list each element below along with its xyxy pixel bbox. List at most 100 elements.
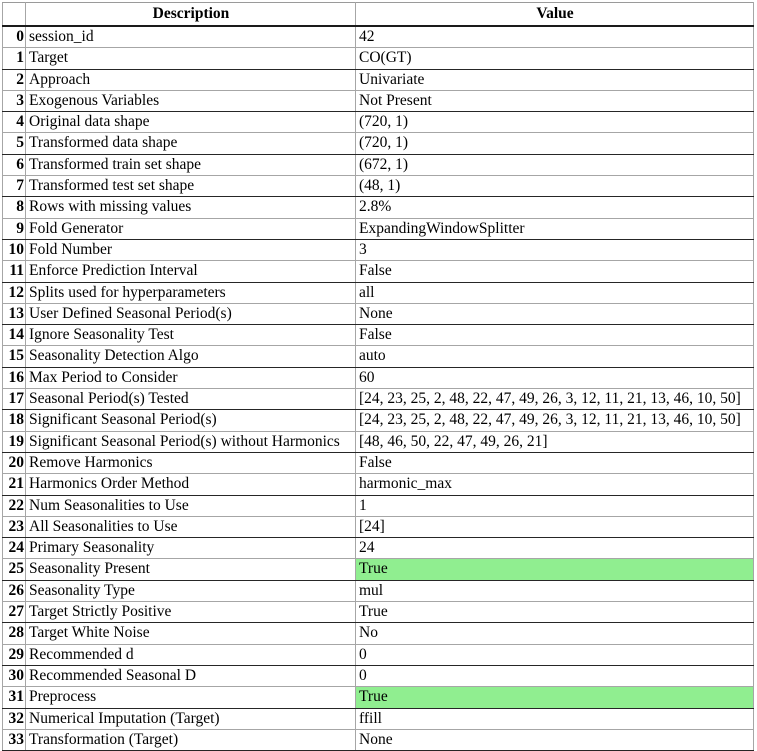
row-index-cell: 28 xyxy=(2,622,26,645)
table-row: 25 Seasonality Present True xyxy=(2,558,754,581)
table-row: 15 Seasonality Detection Algo auto xyxy=(2,345,754,368)
row-value-cell: None xyxy=(355,728,754,751)
row-description-cell: Remove Harmonics xyxy=(25,451,356,475)
row-value-cell: True xyxy=(355,601,754,624)
table-header: Description Value xyxy=(2,2,754,27)
row-value-cell: (672, 1) xyxy=(355,153,754,177)
row-index-cell: 22 xyxy=(2,494,26,517)
row-index-cell: 12 xyxy=(2,281,26,304)
row-description-cell: User Defined Seasonal Period(s) xyxy=(25,302,356,326)
row-value-cell: False xyxy=(355,260,754,283)
row-description-cell: Target White Noise xyxy=(25,622,356,645)
row-index-cell: 7 xyxy=(2,175,26,198)
row-value-cell: 42 xyxy=(355,25,754,49)
row-value-cell: False xyxy=(355,451,754,475)
row-description-cell: Primary Seasonality xyxy=(25,537,356,560)
table-header-row: Description Value xyxy=(2,2,754,27)
table-row: 26 Seasonality Type mul xyxy=(2,579,754,603)
row-value-cell: (720, 1) xyxy=(355,132,754,155)
row-value-cell: [24] xyxy=(355,515,754,539)
table-row: 30 Recommended Seasonal D0 xyxy=(2,664,754,688)
row-index-cell: 13 xyxy=(2,302,26,326)
row-index-cell: 10 xyxy=(2,238,26,262)
row-index-cell: 26 xyxy=(2,579,26,603)
table-row: 13 User Defined Seasonal Period(s) None xyxy=(2,302,754,326)
row-index-cell: 32 xyxy=(2,707,26,730)
row-index-cell: 33 xyxy=(2,728,26,751)
table-row: 28 Target White Noise No xyxy=(2,622,754,645)
row-description-cell: Transformed test set shape xyxy=(25,175,356,198)
row-index-cell: 2 xyxy=(2,68,26,91)
row-value-cell: (48, 1) xyxy=(355,175,754,198)
row-value-cell: [24, 23, 25, 2, 48, 22, 47, 49, 26, 3, 1… xyxy=(355,388,754,411)
row-index-cell: 16 xyxy=(2,366,26,390)
column-header-index xyxy=(2,2,26,27)
row-value-cell: False xyxy=(355,324,754,347)
row-description-cell: Seasonality Present xyxy=(25,558,356,581)
row-value-cell: 0 xyxy=(355,643,754,666)
row-description-cell: Max Period to Consider xyxy=(25,366,356,390)
row-value-cell: No xyxy=(355,622,754,645)
table-row: 0 session_id 42 xyxy=(2,25,754,49)
row-description-cell: Exogenous Variables xyxy=(25,89,356,113)
row-value-cell: harmonic_max xyxy=(355,473,754,496)
table-row: 24 Primary Seasonality 24 xyxy=(2,537,754,560)
row-description-cell: Seasonality Type xyxy=(25,579,356,603)
row-description-cell: Transformed data shape xyxy=(25,132,356,155)
row-value-cell: all xyxy=(355,281,754,304)
row-index-cell: 6 xyxy=(2,153,26,177)
table-row: 8 Rows with missing values 2.8% xyxy=(2,196,754,219)
row-value-cell-highlighted: True xyxy=(355,686,754,709)
table-row: 18 Significant Seasonal Period(s) [24, 23,… xyxy=(2,409,754,432)
row-index-cell: 15 xyxy=(2,345,26,368)
row-index-cell: 18 xyxy=(2,409,26,432)
row-value-cell: 1 xyxy=(355,494,754,517)
row-description-cell: Fold Number xyxy=(25,238,356,262)
table-row: 33 Transformation (Target) None xyxy=(2,728,754,751)
row-description-cell: Seasonal Period(s) Tested xyxy=(25,388,356,411)
table-row: 23 All Seasonalities to Use [24] xyxy=(2,515,754,539)
row-description-cell: Significant Seasonal Period(s) xyxy=(25,409,356,432)
row-index-cell: 24 xyxy=(2,537,26,560)
table-row: 27 Target Strictly Positive True xyxy=(2,601,754,624)
table-row: 19 Significant Seasonal Period(s) without… xyxy=(2,430,754,453)
table-row: 6 Transformed train set shape (672, 1) xyxy=(2,153,754,177)
row-value-cell: auto xyxy=(355,345,754,368)
row-value-cell: Univariate xyxy=(355,68,754,91)
row-description-cell: Preprocess xyxy=(25,686,356,709)
column-header-description: Description xyxy=(25,2,356,27)
table-row: 29 Recommended d0 xyxy=(2,643,754,666)
row-index-cell: 1 xyxy=(2,47,26,70)
table-row: 4 Original data shape (720, 1) xyxy=(2,111,754,134)
table-row: 3 Exogenous Variables Not Present xyxy=(2,89,754,113)
table-row: 9 Fold Generator ExpandingWindowSplitter xyxy=(2,217,754,240)
table-row: 31 Preprocess True xyxy=(2,686,754,709)
table-row: 5 Transformed data shape (720, 1) xyxy=(2,132,754,155)
row-value-cell-highlighted: True xyxy=(355,558,754,581)
row-index-cell: 29 xyxy=(2,643,26,666)
row-index-cell: 5 xyxy=(2,132,26,155)
table-row: 14 Ignore Seasonality Test False xyxy=(2,324,754,347)
table-row: 2 Approach Univariate xyxy=(2,68,754,91)
row-value-cell: [24, 23, 25, 2, 48, 22, 47, 49, 26, 3, 1… xyxy=(355,409,754,432)
row-index-cell: 21 xyxy=(2,473,26,496)
row-description-cell: Transformed train set shape xyxy=(25,153,356,177)
row-index-cell: 3 xyxy=(2,89,26,113)
row-index-cell: 25 xyxy=(2,558,26,581)
row-value-cell: (720, 1) xyxy=(355,111,754,134)
row-description-cell: Fold Generator xyxy=(25,217,356,240)
table-row: 20 Remove Harmonics False xyxy=(2,451,754,475)
row-index-cell: 31 xyxy=(2,686,26,709)
row-index-cell: 8 xyxy=(2,196,26,219)
row-value-cell: 3 xyxy=(355,238,754,262)
row-description-cell: Recommended Seasonal D xyxy=(25,664,356,688)
row-value-cell: Not Present xyxy=(355,89,754,113)
row-index-cell: 0 xyxy=(2,25,26,49)
table-row: 17 Seasonal Period(s) Tested [24, 23, 25, … xyxy=(2,388,754,411)
table-row: 12 Splits used for hyperparameters all xyxy=(2,281,754,304)
row-description-cell: Num Seasonalities to Use xyxy=(25,494,356,517)
row-value-cell: None xyxy=(355,302,754,326)
row-description-cell: Transformation (Target) xyxy=(25,728,356,751)
row-index-cell: 11 xyxy=(2,260,26,283)
row-description-cell: Approach xyxy=(25,68,356,91)
